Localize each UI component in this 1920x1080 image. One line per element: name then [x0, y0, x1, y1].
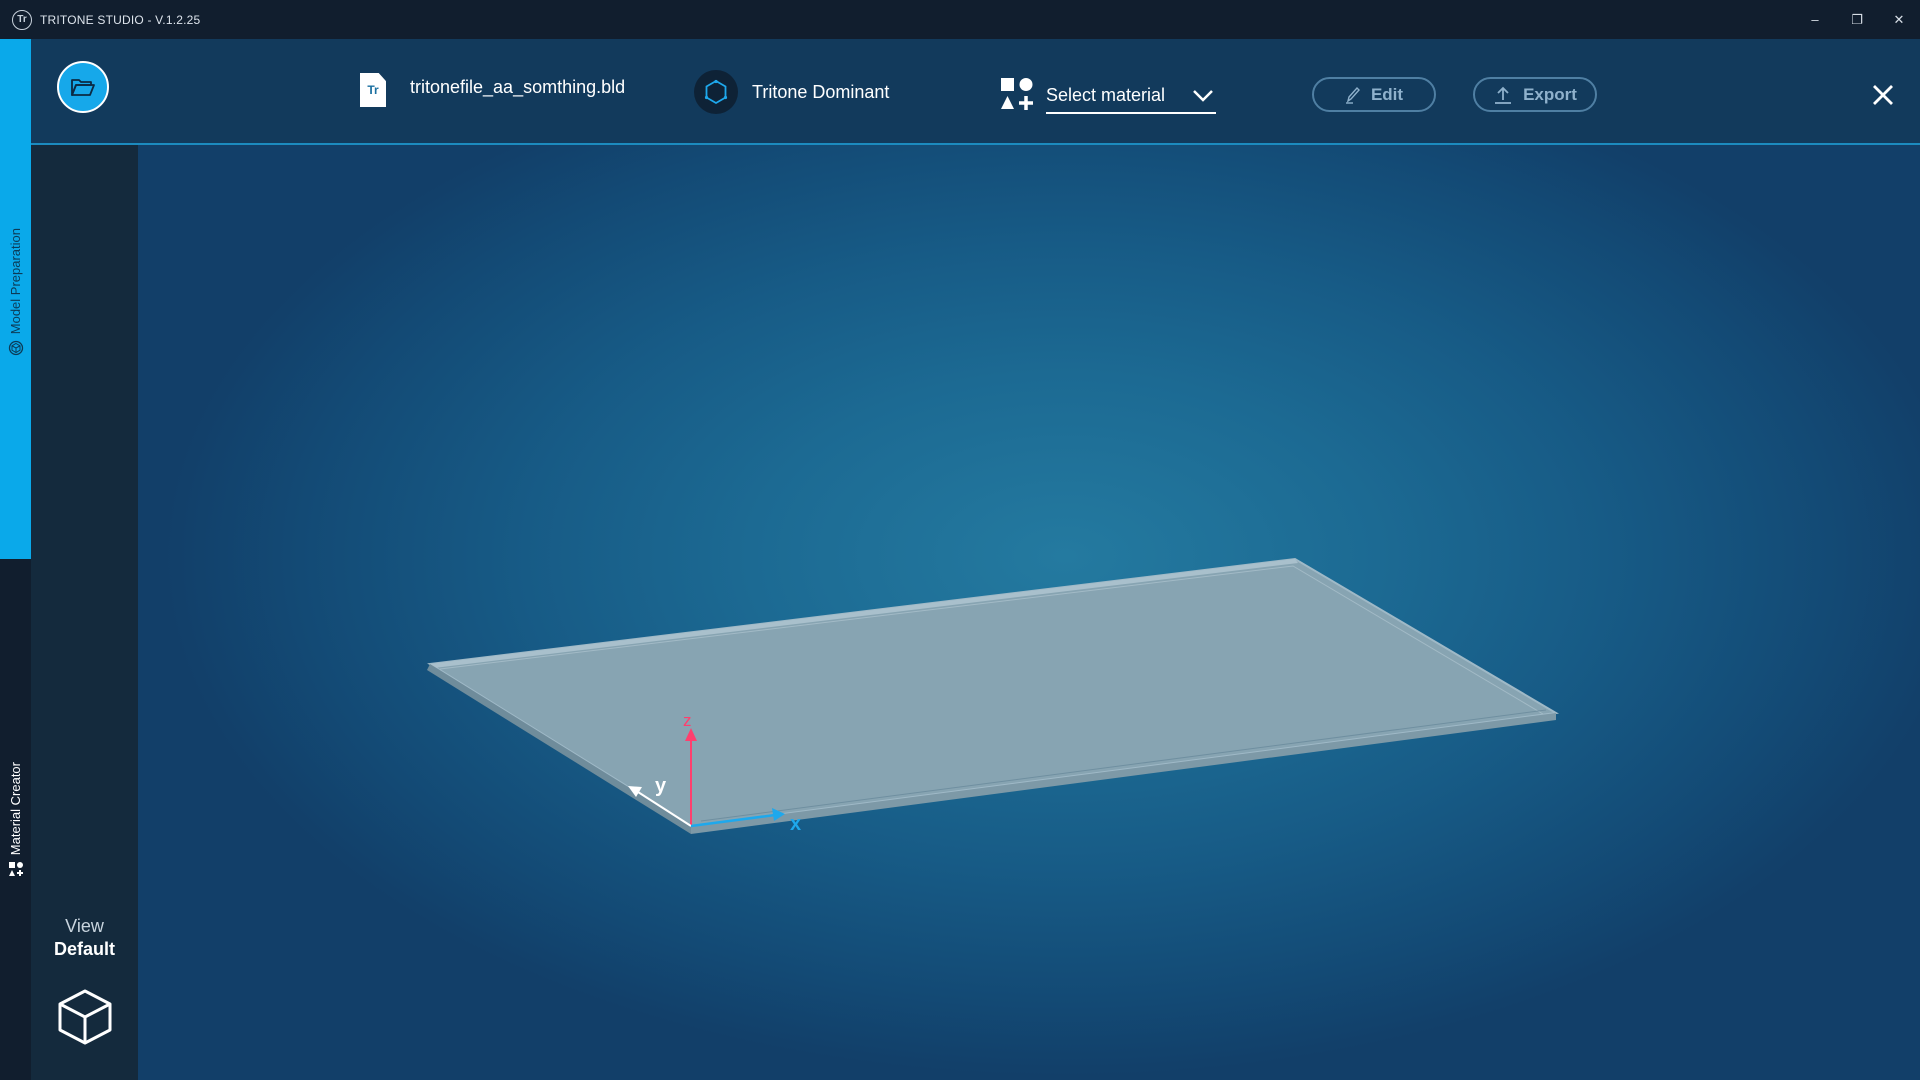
view-cube-icon[interactable] [53, 985, 117, 1049]
close-window-button[interactable]: ✕ [1878, 0, 1920, 39]
title-bar: Tr TRITONE STUDIO - V.1.2.25 – ❐ ✕ [0, 0, 1920, 39]
tab-model-preparation-label: Model Preparation [8, 228, 23, 335]
window-title: TRITONE STUDIO - V.1.2.25 [40, 12, 201, 27]
edit-button[interactable]: Edit [1312, 77, 1436, 112]
printer-hexagon-icon [694, 70, 738, 114]
maximize-button[interactable]: ❐ [1836, 0, 1878, 39]
view-label: View [65, 916, 104, 936]
window-controls: – ❐ ✕ [1794, 0, 1920, 39]
scene-canvas[interactable] [138, 145, 1920, 1080]
export-button-label: Export [1523, 84, 1577, 104]
material-dropdown-label: Select material [1046, 85, 1166, 105]
app-logo-icon: Tr [12, 9, 32, 30]
folder-open-icon [71, 79, 95, 96]
minimize-button[interactable]: – [1794, 0, 1836, 39]
file-icon: Tr [360, 73, 386, 107]
edit-button-label: Edit [1370, 84, 1404, 104]
x-axis-label: x [790, 813, 802, 835]
view-value: Default [53, 939, 115, 959]
cube-icon [8, 340, 24, 356]
open-file-button[interactable] [57, 61, 109, 113]
tab-material-creator-label: Material Creator [8, 762, 23, 856]
y-axis-label: y [655, 775, 667, 797]
3d-viewport[interactable]: z y x [138, 145, 1920, 1080]
upload-icon [1493, 85, 1513, 105]
chevron-down-icon [1193, 89, 1213, 102]
export-button[interactable]: Export [1473, 77, 1597, 112]
header-bar: Tr tritonefile_aa_somthing.bld Tritone D… [31, 39, 1920, 145]
material-selector: Select material [1000, 77, 1216, 116]
shapes-icon [8, 861, 24, 877]
build-plate[interactable] [427, 557, 1560, 834]
material-dropdown[interactable]: Select material [1046, 80, 1216, 114]
pencil-icon [1345, 86, 1361, 104]
view-selector[interactable]: View Default [31, 916, 138, 960]
file-info: Tr tritonefile_aa_somthing.bld [360, 73, 625, 107]
file-name: tritonefile_aa_somthing.bld [410, 76, 626, 97]
printer-name: Tritone Dominant [752, 81, 890, 102]
tab-material-creator[interactable]: Material Creator [2, 762, 29, 877]
close-icon[interactable] [1868, 80, 1898, 110]
material-shapes-icon [1000, 77, 1034, 116]
tab-model-preparation[interactable]: Model Preparation [2, 228, 29, 356]
z-axis-label: z [683, 711, 692, 730]
printer-info[interactable]: Tritone Dominant [694, 70, 889, 114]
